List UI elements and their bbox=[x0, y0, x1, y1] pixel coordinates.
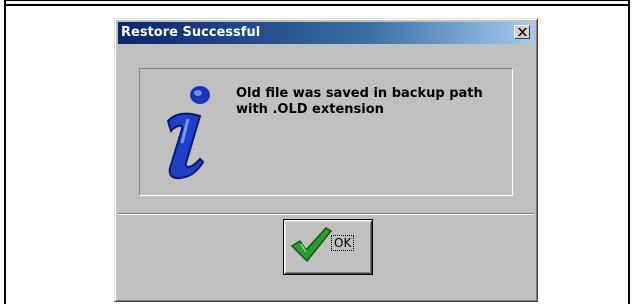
message-text: Old file was saved in backup path with .… bbox=[236, 86, 483, 117]
ok-button-label: OK bbox=[330, 235, 355, 251]
message-panel: Old file was saved in backup path with .… bbox=[139, 68, 513, 196]
frame-left-border bbox=[4, 0, 6, 304]
restore-successful-dialog: Restore Successful Old file was saved in… bbox=[114, 18, 538, 302]
information-icon bbox=[166, 86, 210, 180]
dialog-title: Restore Successful bbox=[121, 25, 261, 40]
close-button[interactable] bbox=[514, 25, 530, 39]
frame-top-line-thick bbox=[4, 4, 630, 6]
dialog-titlebar[interactable]: Restore Successful bbox=[118, 22, 534, 44]
checkmark-icon bbox=[290, 227, 332, 263]
ok-button[interactable]: OK bbox=[283, 219, 373, 275]
frame-right-border bbox=[628, 0, 630, 304]
close-icon bbox=[518, 28, 527, 36]
dialog-separator bbox=[118, 213, 534, 215]
frame-top-line bbox=[4, 0, 630, 1]
